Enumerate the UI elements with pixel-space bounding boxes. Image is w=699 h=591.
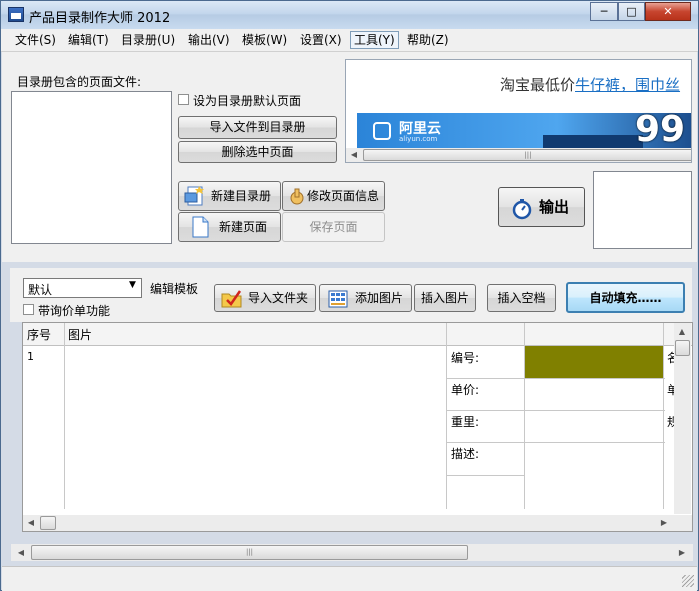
aliyun-url: aliyun.com (399, 135, 438, 143)
scroll-left-icon[interactable]: ◀ (348, 150, 360, 159)
maximize-icon: □ (626, 5, 637, 18)
import-folder-button[interactable]: 导入文件夹 (214, 284, 316, 312)
ad-text: 淘宝最低价牛仔裤，围巾丝 (500, 74, 680, 95)
ad-link[interactable]: 牛仔裤，围巾丝 (575, 76, 680, 94)
menu-tools[interactable]: 工具(Y) (350, 31, 399, 49)
new-page-icon (189, 216, 211, 238)
promo-strip (543, 135, 643, 148)
page-file-list[interactable] (11, 91, 172, 244)
main-hscroll-thumb[interactable]: ||| (31, 545, 468, 560)
menu-bar: 文件(S) 编辑(T) 目录册(U) 输出(V) 模板(W) 设置(X) 工具(… (1, 29, 698, 52)
code-input-cell[interactable] (525, 346, 663, 378)
main-window: 产品目录制作大师 2012 ─ □ ✕ 文件(S) 编辑(T) 目录册(U) 输… (0, 0, 699, 591)
menu-edit[interactable]: 编辑(T) (65, 32, 112, 48)
insert-blank-button[interactable]: 插入空档 (487, 284, 556, 312)
field-weight: 重里: (451, 415, 480, 429)
page-list-label: 目录册包含的页面文件: (17, 75, 142, 89)
promo-digits: 99 (635, 109, 686, 150)
col-divider (663, 323, 664, 509)
edit-template-link[interactable]: 编辑模板 (150, 280, 198, 297)
ad-banner-frame: 淘宝最低价牛仔裤，围巾丝 阿里云 aliyun.com 99 ◀ ||| (345, 59, 692, 163)
col-divider (446, 323, 447, 509)
minimize-button[interactable]: ─ (590, 2, 618, 21)
aliyun-ad-image[interactable]: 阿里云 aliyun.com 99 (357, 109, 691, 150)
folder-check-icon (221, 288, 243, 310)
scroll-right-icon[interactable]: ▶ (658, 518, 670, 527)
row-index: 1 (27, 350, 34, 363)
status-bar (2, 566, 697, 591)
output-button[interactable]: 输出 (498, 187, 585, 227)
new-page-label: 新建页面 (219, 220, 268, 234)
table-vscroll-thumb[interactable] (675, 340, 690, 356)
edit-page-info-label: 修改页面信息 (307, 189, 380, 203)
table-hscrollbar[interactable]: ◀ ▶ (23, 515, 692, 531)
scroll-left-icon[interactable]: ◀ (25, 518, 37, 527)
import-to-catalog-button[interactable]: 导入文件到目录册 (178, 116, 337, 139)
menu-catalog[interactable]: 目录册(U) (118, 32, 178, 48)
inquiry-checkbox[interactable] (23, 304, 34, 315)
output-label: 输出 (539, 198, 570, 216)
ad-text-plain: 淘宝最低价 (500, 76, 576, 94)
delete-page-button[interactable]: 删除选中页面 (178, 141, 337, 163)
field-price: 单价: (451, 383, 480, 397)
edit-hand-icon (286, 186, 308, 208)
template-select-value: 默认 (28, 283, 53, 297)
maximize-button[interactable]: □ (618, 2, 645, 21)
scroll-left-icon[interactable]: ◀ (15, 548, 27, 557)
insert-image-button[interactable]: 插入图片 (414, 284, 476, 312)
stopwatch-icon (511, 196, 533, 220)
menu-settings[interactable]: 设置(X) (297, 32, 345, 48)
close-icon: ✕ (663, 5, 673, 18)
new-catalog-icon (184, 185, 206, 207)
table-vscrollbar[interactable]: ▲ (674, 323, 691, 514)
new-page-button[interactable]: 新建页面 (178, 212, 281, 242)
close-button[interactable]: ✕ (645, 2, 691, 21)
chevron-down-icon: ▼ (129, 280, 136, 290)
price-input-cell[interactable] (525, 379, 663, 410)
weight-input-cell[interactable] (525, 411, 663, 442)
inquiry-label: 带询价单功能 (38, 304, 111, 318)
menu-template[interactable]: 模板(W) (239, 32, 290, 48)
left-edge (5, 31, 8, 566)
main-scroll-grip: ||| (245, 548, 254, 556)
field-code: 编号: (451, 351, 480, 365)
edit-page-info-button[interactable]: 修改页面信息 (282, 181, 385, 211)
add-image-label: 添加图片 (355, 291, 404, 305)
main-hscrollbar[interactable]: ◀ ||| ▶ (11, 544, 693, 561)
table-hscroll-thumb[interactable] (40, 516, 56, 530)
row-divider (447, 475, 525, 476)
resize-grip-icon[interactable] (682, 575, 694, 587)
default-page-checkbox[interactable] (178, 94, 189, 105)
table-header (23, 323, 692, 346)
menu-help[interactable]: 帮助(Z) (404, 32, 452, 48)
header-index: 序号 (27, 328, 52, 342)
ad-hscrollbar[interactable]: ◀ ||| (346, 148, 691, 162)
scroll-up-icon[interactable]: ▲ (676, 327, 688, 336)
ad-scroll-thumb[interactable]: ||| (363, 149, 691, 161)
preview-box (593, 171, 692, 249)
add-image-button[interactable]: 添加图片 (319, 284, 412, 312)
header-image: 图片 (68, 328, 93, 342)
new-catalog-button[interactable]: 新建目录册 (178, 181, 281, 211)
description-input-cell[interactable] (525, 443, 663, 509)
product-table: 序号 图片 1 编号: 单价: 重里: 描述: 名 单 规 ▲ ◀ ▶ (22, 322, 693, 532)
new-catalog-label: 新建目录册 (211, 189, 272, 203)
title-bar[interactable]: 产品目录制作大师 2012 ─ □ ✕ (1, 1, 698, 29)
image-grid-icon (327, 288, 349, 310)
image-cell[interactable] (65, 346, 446, 509)
default-page-label: 设为目录册默认页面 (193, 94, 302, 108)
ad-scroll-grip: ||| (524, 151, 532, 159)
scroll-right-icon[interactable]: ▶ (676, 548, 688, 557)
window-title: 产品目录制作大师 2012 (29, 11, 171, 26)
field-description: 描述: (451, 447, 480, 461)
template-select[interactable]: 默认 ▼ (23, 278, 142, 298)
menu-output[interactable]: 输出(V) (185, 32, 233, 48)
minimize-icon: ─ (600, 5, 608, 18)
import-folder-label: 导入文件夹 (248, 291, 309, 305)
aliyun-logo-icon (373, 122, 391, 140)
app-icon (8, 7, 24, 22)
menu-file[interactable]: 文件(S) (12, 32, 59, 48)
save-page-button[interactable]: 保存页面 (282, 212, 385, 242)
auto-fill-button[interactable]: 自动填充…… (566, 282, 685, 313)
